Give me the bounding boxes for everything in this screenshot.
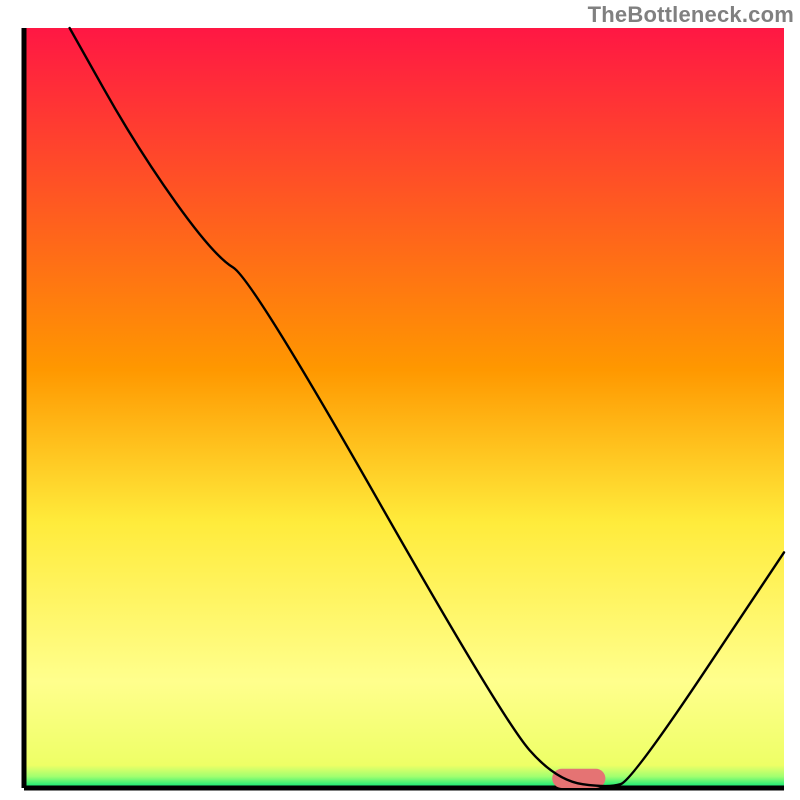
chart-frame: TheBottleneck.com	[0, 0, 800, 800]
plot-background	[24, 28, 784, 788]
chart-svg	[0, 0, 800, 800]
